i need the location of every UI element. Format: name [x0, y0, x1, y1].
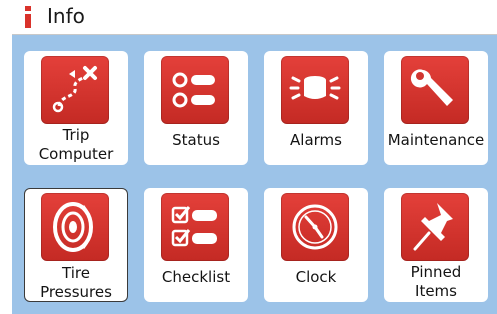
tile-label: Pinned Items — [410, 263, 462, 300]
tile-label: Status — [172, 130, 220, 149]
info-screen: Info Trip Computer Status Alarms Mainten… — [12, 0, 497, 314]
title-bar: Info — [12, 0, 497, 35]
menu-grid: Trip Computer Status Alarms Maintenance … — [12, 35, 497, 314]
tile-trip-computer[interactable]: Trip Computer — [24, 51, 128, 165]
tire-icon — [41, 193, 109, 261]
checklist-icon — [161, 193, 229, 261]
tile-pinned-items[interactable]: Pinned Items — [384, 188, 488, 302]
tile-clock[interactable]: Clock — [264, 188, 368, 302]
tile-label: Checklist — [161, 267, 231, 286]
clock-icon — [281, 193, 349, 261]
pushpin-icon — [401, 193, 469, 261]
wrench-icon — [401, 56, 469, 124]
tile-label: Tire Pressures — [40, 264, 112, 301]
tile-alarms[interactable]: Alarms — [264, 51, 368, 165]
tile-label: Maintenance — [387, 130, 485, 149]
tile-label: Trip Computer — [38, 126, 114, 163]
tile-tire-pressures[interactable]: Tire Pressures — [24, 188, 128, 302]
route-icon — [41, 56, 109, 124]
tile-status[interactable]: Status — [144, 51, 248, 165]
page-title: Info — [47, 4, 85, 28]
tile-label: Clock — [295, 267, 337, 286]
info-icon — [25, 6, 31, 28]
tile-checklist[interactable]: Checklist — [144, 188, 248, 302]
tile-label: Alarms — [290, 130, 342, 149]
tile-maintenance[interactable]: Maintenance — [384, 51, 488, 165]
alarm-bell-icon — [281, 56, 349, 124]
status-list-icon — [161, 56, 229, 124]
